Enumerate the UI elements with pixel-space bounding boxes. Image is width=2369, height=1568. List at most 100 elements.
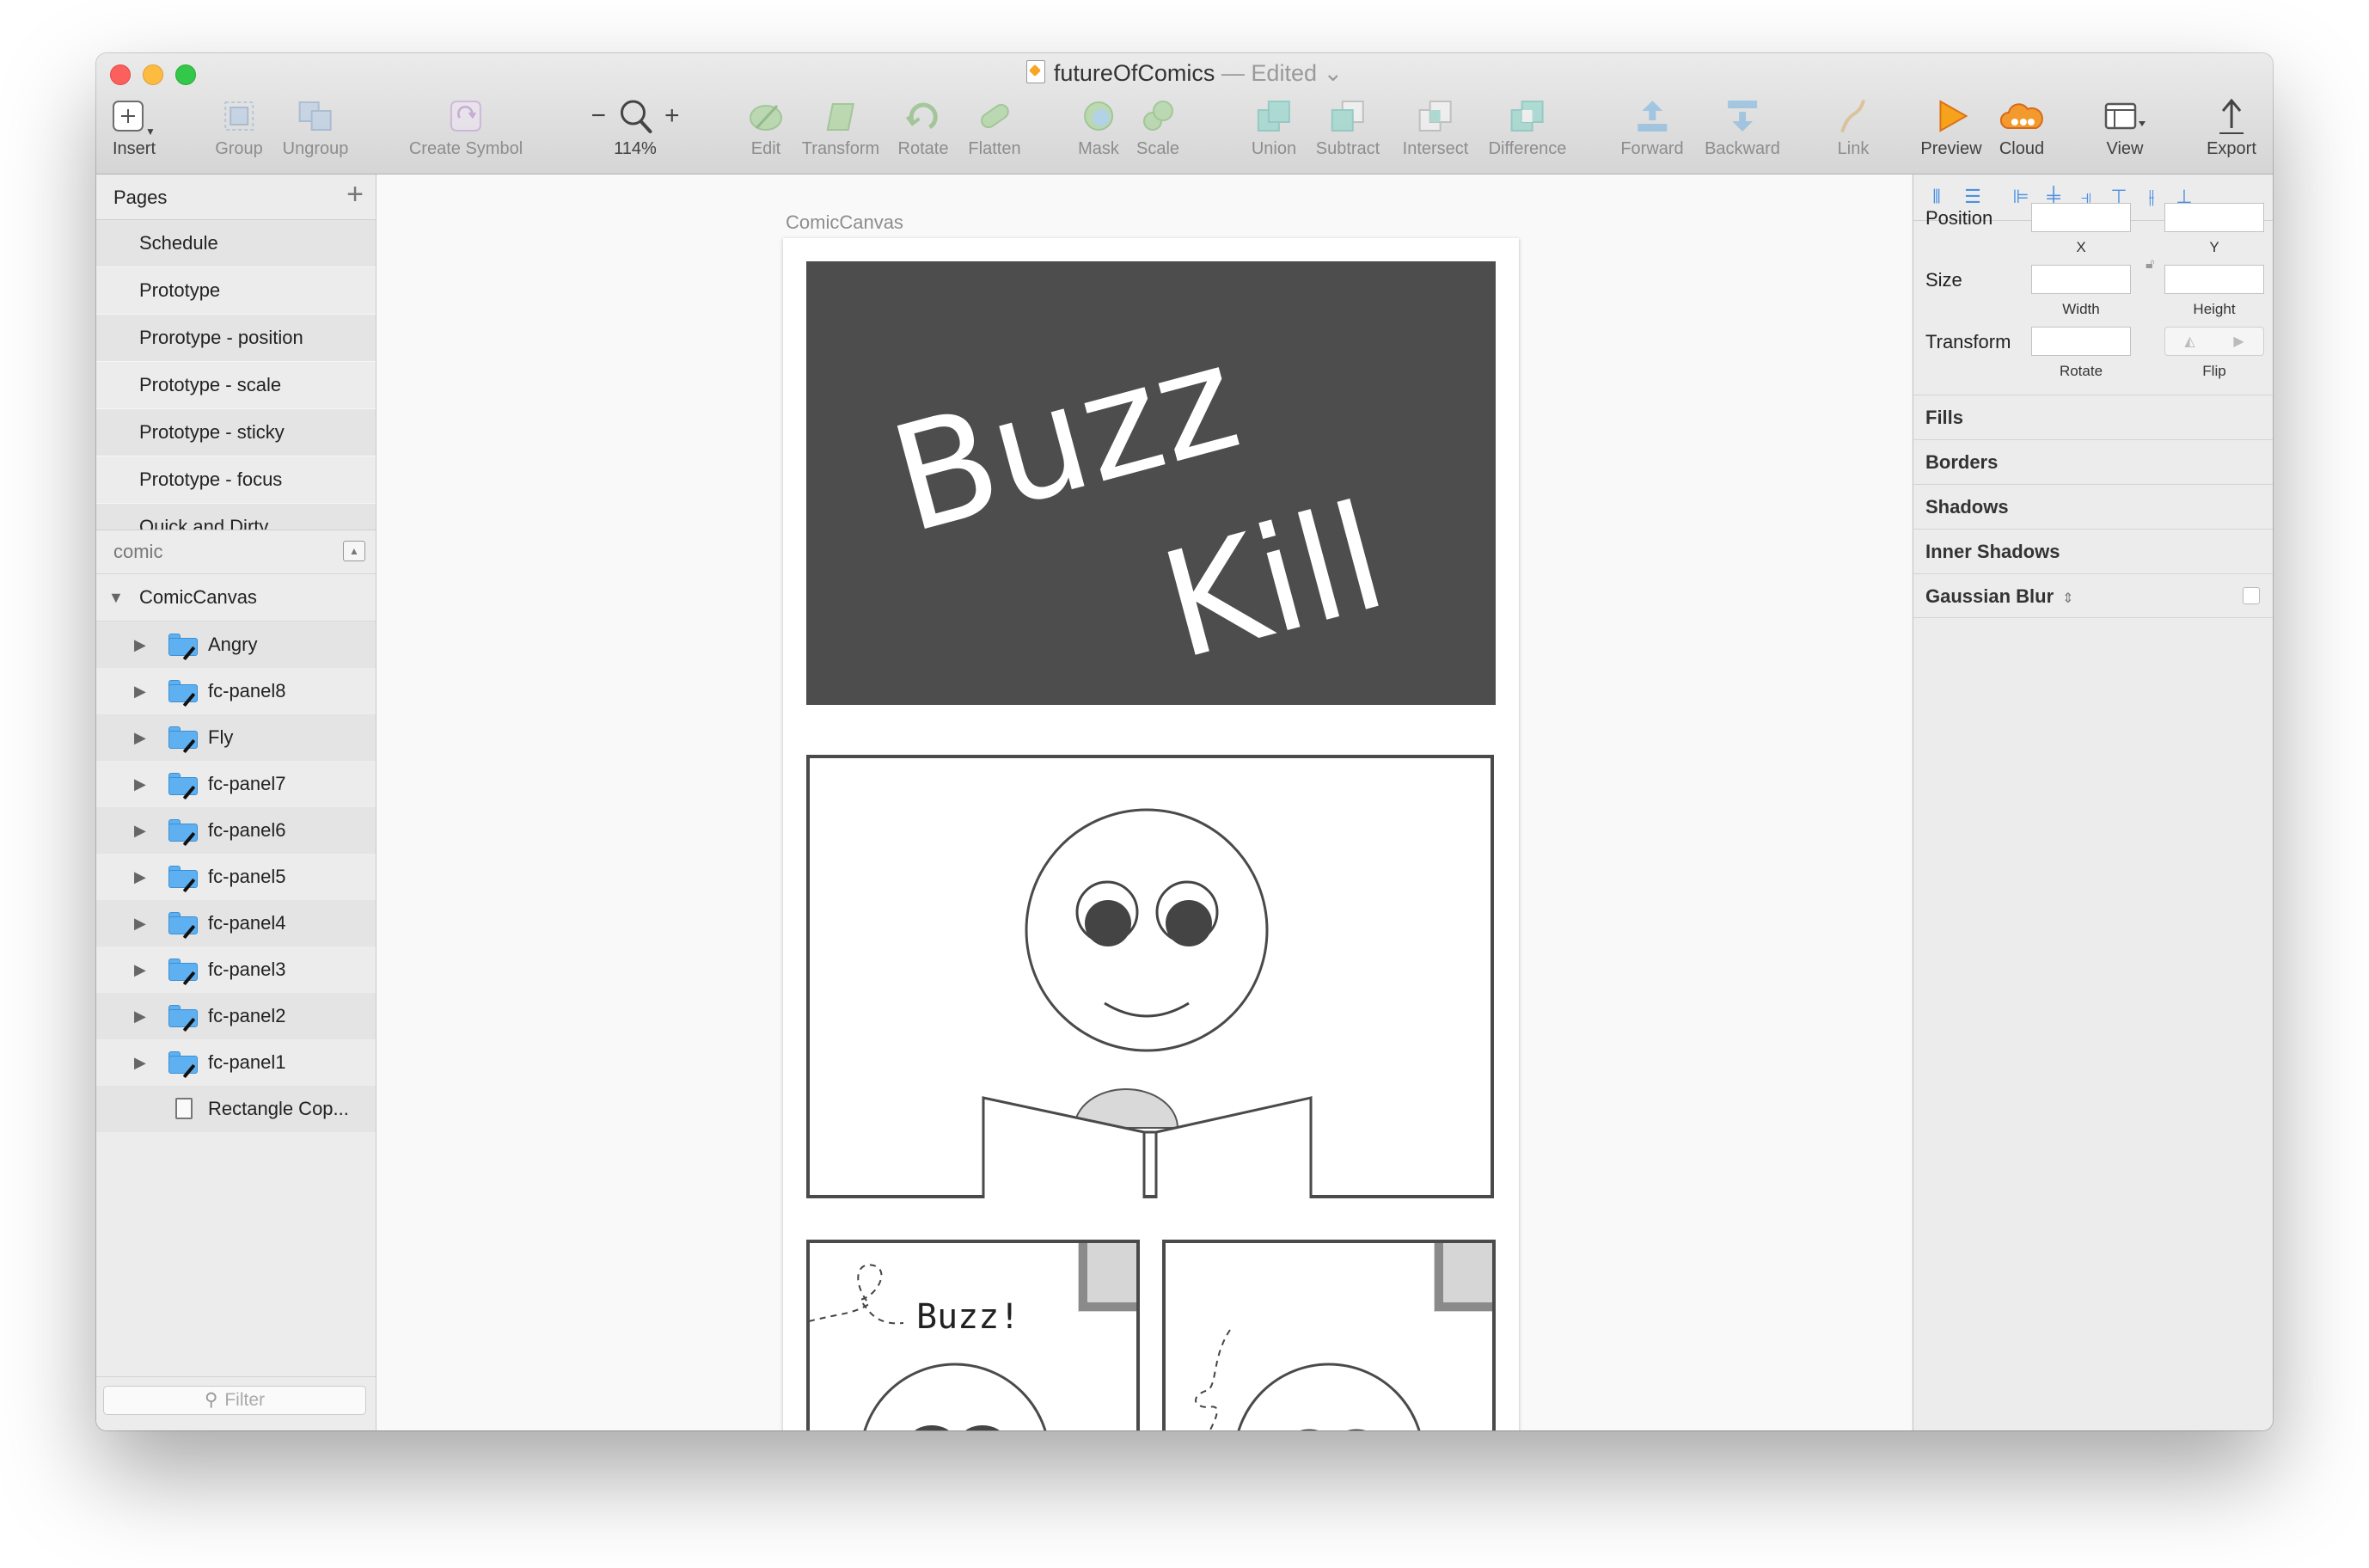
shadows-section[interactable]: Shadows bbox=[1913, 484, 2273, 529]
cloud-button[interactable]: Cloud bbox=[1999, 95, 2044, 170]
collapse-pages-icon[interactable]: ▲ bbox=[343, 541, 365, 561]
export-button[interactable]: Export bbox=[2207, 95, 2256, 170]
union-label: Union bbox=[1251, 139, 1297, 158]
align-middle-vertical-icon[interactable]: ⫲ bbox=[2140, 187, 2163, 207]
flatten-button[interactable]: Flatten bbox=[968, 95, 1021, 170]
flip-horizontal-icon[interactable]: ◭ bbox=[2184, 333, 2195, 350]
edit-path-icon bbox=[750, 104, 782, 131]
sketch-window: futureOfComics — Edited ⌄ ▼ Insert Group… bbox=[96, 53, 2273, 1430]
subtract-button[interactable]: Subtract bbox=[1316, 95, 1380, 170]
window-title[interactable]: futureOfComics — Edited ⌄ bbox=[96, 60, 2273, 87]
group-button[interactable]: Group bbox=[215, 95, 263, 170]
gaussian-blur-section[interactable]: Gaussian Blur ⇕ bbox=[1913, 573, 2273, 618]
disclosure-triangle-icon[interactable]: ▶ bbox=[134, 993, 146, 1039]
comic-panel-buzz[interactable]: Buzz! bbox=[806, 1240, 1140, 1430]
page-item-prototype[interactable]: Prototype bbox=[96, 267, 376, 315]
layer-artboard-comiccanvas[interactable]: ▼ ComicCanvas bbox=[96, 574, 376, 622]
create-symbol-label: Create Symbol bbox=[408, 139, 523, 158]
distribute-vertical-icon[interactable]: ☰ bbox=[1962, 187, 1984, 207]
layer-filter-input[interactable]: ⚲ Filter bbox=[103, 1386, 366, 1415]
rotate-button[interactable]: Rotate bbox=[898, 95, 948, 170]
gaussian-blur-checkbox[interactable] bbox=[2243, 587, 2260, 604]
union-icon bbox=[1257, 101, 1290, 132]
page-item-prototype-focus[interactable]: Prototype - focus bbox=[96, 456, 376, 504]
union-button[interactable]: Union bbox=[1252, 95, 1296, 170]
disclosure-triangle-icon[interactable]: ▶ bbox=[134, 854, 146, 900]
position-x-input[interactable] bbox=[2031, 203, 2131, 232]
align-left-icon[interactable]: ⊫ bbox=[2010, 187, 2032, 207]
disclosure-triangle-down-icon[interactable]: ▼ bbox=[108, 574, 124, 621]
layer-group-fc-panel2[interactable]: ▶ fc-panel2 bbox=[96, 993, 376, 1039]
comic-panel-reader[interactable] bbox=[806, 755, 1494, 1198]
disclosure-triangle-icon[interactable]: ▶ bbox=[134, 807, 146, 854]
forward-button[interactable]: Forward bbox=[1620, 95, 1684, 170]
title-menu-chevron-icon[interactable]: ⌄ bbox=[1324, 60, 1344, 86]
intersect-button[interactable]: Intersect bbox=[1403, 95, 1468, 170]
disclosure-triangle-icon[interactable]: ▶ bbox=[134, 946, 146, 993]
page-item-schedule[interactable]: Schedule bbox=[96, 220, 376, 267]
backward-button[interactable]: Backward bbox=[1705, 95, 1780, 170]
insert-button[interactable]: ▼ Insert bbox=[113, 95, 156, 170]
rotate-input[interactable] bbox=[2031, 327, 2131, 356]
pages-list: Schedule Prototype Prorotype - position … bbox=[96, 220, 376, 530]
scale-button[interactable]: Scale bbox=[1136, 95, 1179, 170]
layer-group-fc-panel5[interactable]: ▶ fc-panel5 bbox=[96, 854, 376, 900]
export-share-icon bbox=[2219, 98, 2244, 134]
page-item-prototype-scale[interactable]: Prototype - scale bbox=[96, 362, 376, 409]
design-canvas[interactable]: ComicCanvas Buzz Kill Buzz! bbox=[376, 175, 1912, 1430]
layer-group-fc-panel7[interactable]: ▶ fc-panel7 bbox=[96, 761, 376, 807]
zoom-out-button[interactable]: − bbox=[591, 101, 606, 131]
layer-group-fc-panel8[interactable]: ▶ fc-panel8 bbox=[96, 668, 376, 714]
view-layout-icon bbox=[2104, 102, 2146, 130]
page-item-prototype-sticky[interactable]: Prototype - sticky bbox=[96, 409, 376, 456]
layer-group-fc-panel4[interactable]: ▶ fc-panel4 bbox=[96, 900, 376, 946]
inner-shadows-section[interactable]: Inner Shadows bbox=[1913, 529, 2273, 573]
difference-button[interactable]: Difference bbox=[1489, 95, 1566, 170]
flip-control[interactable]: ◭ ▶ bbox=[2164, 327, 2264, 356]
disclosure-triangle-icon[interactable]: ▶ bbox=[134, 761, 146, 807]
edit-button[interactable]: Edit bbox=[748, 95, 784, 170]
comic-panel-fly[interactable] bbox=[1162, 1240, 1496, 1430]
export-label: Export bbox=[2207, 139, 2256, 158]
layer-rectangle-copy[interactable]: Rectangle Cop... bbox=[96, 1086, 376, 1132]
layer-name: fc-panel7 bbox=[208, 773, 286, 794]
layer-group-angry[interactable]: ▶ Angry bbox=[96, 622, 376, 668]
preview-button[interactable]: Preview bbox=[1920, 95, 1982, 170]
height-caption: Height bbox=[2193, 301, 2236, 317]
link-button[interactable]: Link bbox=[1838, 95, 1869, 170]
sketch-document-icon bbox=[1025, 60, 1045, 83]
layer-group-fc-panel1[interactable]: ▶ fc-panel1 bbox=[96, 1039, 376, 1086]
flip-vertical-icon[interactable]: ▶ bbox=[2233, 333, 2244, 350]
add-page-button[interactable]: + bbox=[346, 180, 364, 209]
group-icon bbox=[224, 101, 254, 131]
layer-group-fc-panel6[interactable]: ▶ fc-panel6 bbox=[96, 807, 376, 854]
transform-button[interactable]: Transform bbox=[802, 95, 879, 170]
disclosure-triangle-icon[interactable]: ▶ bbox=[134, 622, 146, 668]
disclosure-triangle-icon[interactable]: ▶ bbox=[134, 900, 146, 946]
distribute-horizontal-icon[interactable]: ⫴ bbox=[1925, 187, 1948, 207]
blur-type-stepper-icon[interactable]: ⇕ bbox=[2062, 591, 2073, 606]
comic-panel-title[interactable]: Buzz Kill bbox=[806, 261, 1496, 705]
mask-button[interactable]: Mask bbox=[1078, 95, 1119, 170]
lock-proportions-icon[interactable]: 🔓︎ bbox=[2146, 257, 2154, 273]
page-item-prototype-position[interactable]: Prorotype - position bbox=[96, 315, 376, 362]
disclosure-triangle-icon[interactable]: ▶ bbox=[134, 714, 146, 761]
create-symbol-button[interactable]: Create Symbol bbox=[409, 95, 523, 170]
toolbar: futureOfComics — Edited ⌄ ▼ Insert Group… bbox=[96, 53, 2273, 175]
borders-section[interactable]: Borders bbox=[1913, 439, 2273, 484]
disclosure-triangle-icon[interactable]: ▶ bbox=[134, 1039, 146, 1086]
fills-section[interactable]: Fills bbox=[1913, 395, 2273, 439]
width-input[interactable] bbox=[2031, 265, 2131, 294]
position-y-input[interactable] bbox=[2164, 203, 2264, 232]
layer-group-fc-panel3[interactable]: ▶ fc-panel3 bbox=[96, 946, 376, 993]
artboard-title[interactable]: ComicCanvas bbox=[786, 211, 903, 234]
search-icon: ⚲ bbox=[204, 1390, 218, 1410]
artboard-comiccanvas[interactable]: Buzz Kill Buzz! bbox=[783, 238, 1519, 1430]
view-button[interactable]: View bbox=[2103, 95, 2147, 170]
height-input[interactable] bbox=[2164, 265, 2264, 294]
zoom-in-button[interactable]: + bbox=[664, 101, 680, 131]
layer-group-fly[interactable]: ▶ Fly bbox=[96, 714, 376, 761]
page-item-quick-and-dirty[interactable]: Quick and Dirty bbox=[96, 504, 376, 530]
ungroup-button[interactable]: Ungroup bbox=[283, 95, 348, 170]
disclosure-triangle-icon[interactable]: ▶ bbox=[134, 668, 146, 714]
